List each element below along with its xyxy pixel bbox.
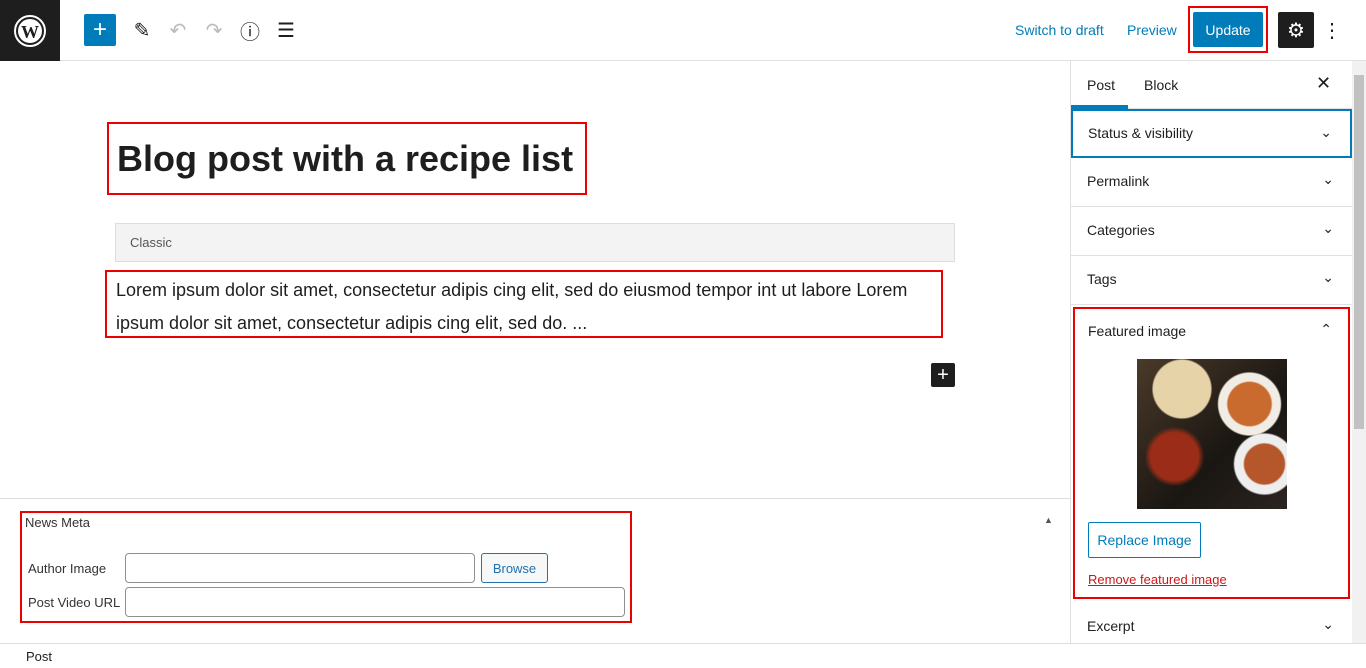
editor-canvas: Blog post with a recipe list Classic Lor… — [0, 61, 1070, 498]
wordpress-icon: W — [14, 14, 46, 47]
panel-excerpt[interactable]: Excerpt ⌄ — [1071, 603, 1352, 643]
panel-status-visibility[interactable]: Status & visibility ⌄ — [1071, 109, 1352, 158]
settings-sidebar: Post Block ✕ Status & visibility ⌄ Permal… — [1070, 61, 1352, 643]
post-title-text: Blog post with a recipe list — [117, 137, 574, 179]
replace-image-button[interactable]: Replace Image — [1088, 522, 1201, 558]
news-meta-highlight: News Meta Author Image Browse Post Video… — [20, 511, 632, 623]
chevron-down-icon: ⌄ — [1322, 616, 1334, 632]
switch-to-draft-button[interactable]: Switch to draft — [1015, 22, 1104, 38]
preview-button[interactable]: Preview — [1127, 22, 1177, 38]
scrollbar-thumb[interactable] — [1354, 75, 1364, 429]
news-meta-title: News Meta — [25, 515, 91, 530]
author-image-label: Author Image — [28, 561, 107, 576]
settings-gear-icon[interactable]: ⚙ — [1278, 12, 1314, 48]
tab-post[interactable]: Post — [1087, 77, 1115, 93]
tab-block[interactable]: Block — [1144, 77, 1178, 93]
info-icon[interactable]: ⓘ — [234, 14, 266, 46]
panel-label: Categories — [1087, 222, 1155, 238]
panel-label: Tags — [1087, 271, 1117, 287]
post-video-url-label: Post Video URL — [28, 595, 121, 610]
author-image-input[interactable] — [125, 553, 475, 583]
svg-text:W: W — [21, 22, 39, 42]
wordpress-logo-button[interactable]: W — [0, 0, 60, 61]
more-options-icon[interactable]: ⋮ — [1322, 14, 1342, 46]
paragraph-block[interactable]: Lorem ipsum dolor sit amet, consectetur … — [105, 270, 943, 338]
list-view-icon[interactable]: ☰ — [270, 14, 302, 46]
chevron-down-icon: ⌄ — [1322, 220, 1334, 236]
panel-permalink[interactable]: Permalink ⌄ — [1071, 158, 1352, 207]
post-video-url-input[interactable] — [125, 587, 625, 617]
chevron-up-icon[interactable]: ⌃ — [1320, 321, 1332, 338]
panel-categories[interactable]: Categories ⌄ — [1071, 207, 1352, 256]
update-highlight: Update — [1188, 6, 1268, 53]
collapse-triangle-icon[interactable]: ▲ — [1044, 515, 1053, 525]
featured-image-title[interactable]: Featured image — [1088, 323, 1186, 339]
redo-icon[interactable]: ↷ — [198, 14, 230, 46]
close-icon[interactable]: ✕ — [1316, 73, 1331, 94]
edit-tools-pencil-icon[interactable]: ✎ — [126, 14, 158, 46]
undo-icon[interactable]: ↶ — [162, 14, 194, 46]
add-block-button[interactable]: + — [84, 14, 116, 46]
post-title[interactable]: Blog post with a recipe list — [107, 122, 587, 195]
chevron-down-icon: ⌄ — [1322, 269, 1334, 285]
panel-label: Status & visibility — [1088, 125, 1194, 141]
news-meta-box: News Meta Author Image Browse Post Video… — [0, 498, 1070, 643]
featured-image-panel: Featured image ⌃ Replace Image Remove fe… — [1073, 307, 1350, 599]
panel-label: Permalink — [1087, 173, 1150, 189]
panel-tags[interactable]: Tags ⌄ — [1071, 256, 1352, 305]
remove-featured-image-link[interactable]: Remove featured image — [1088, 572, 1227, 587]
breadcrumb[interactable]: Post — [0, 643, 1366, 668]
browse-button[interactable]: Browse — [481, 553, 548, 583]
chevron-down-icon: ⌄ — [1320, 124, 1332, 140]
inline-add-block-button[interactable]: + — [931, 363, 955, 387]
classic-block-toolbar[interactable]: Classic — [115, 223, 955, 262]
update-button[interactable]: Update — [1193, 12, 1263, 47]
panel-label: Excerpt — [1087, 618, 1135, 634]
sidebar-scrollbar[interactable] — [1352, 61, 1366, 643]
featured-image-thumbnail[interactable] — [1137, 359, 1287, 509]
top-toolbar: W + ✎ ↶ ↷ ⓘ ☰ Switch to draft Preview Up… — [0, 0, 1366, 61]
chevron-down-icon: ⌄ — [1322, 171, 1334, 187]
